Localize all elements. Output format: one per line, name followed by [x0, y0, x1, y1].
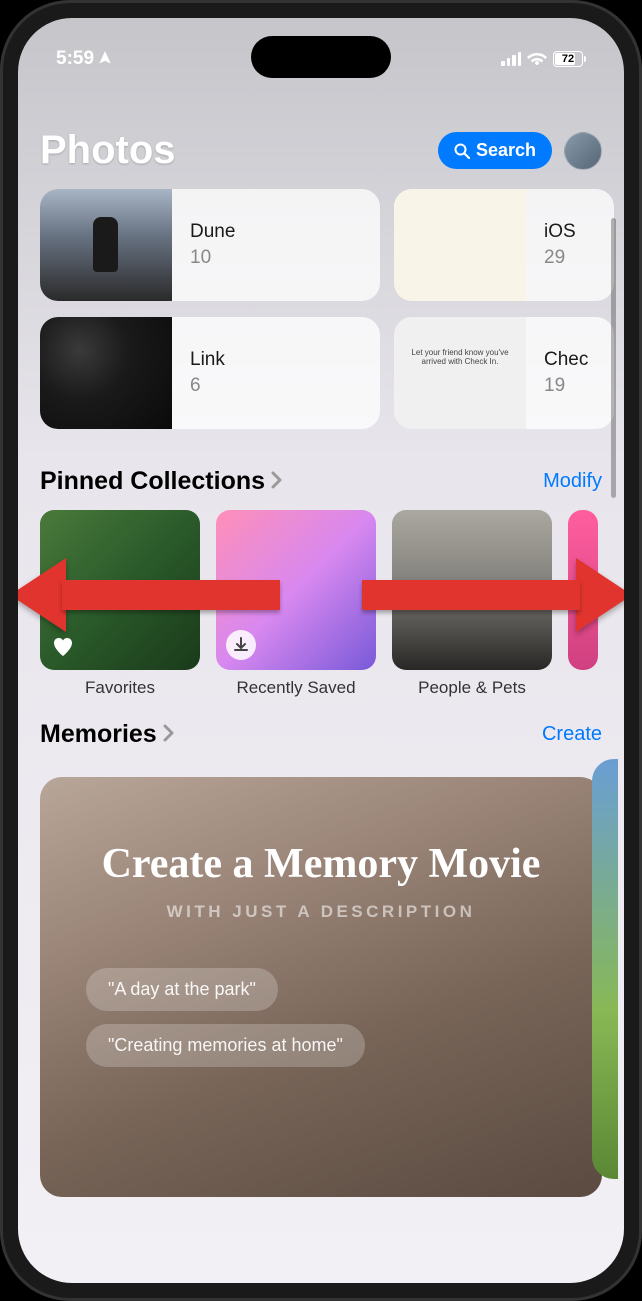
collection-people-pets[interactable]: People & Pets — [392, 510, 552, 698]
album-thumbnail — [40, 317, 172, 429]
memory-movie-card[interactable]: Create a Memory Movie WITH JUST A DESCRI… — [40, 777, 602, 1197]
profile-avatar[interactable] — [564, 132, 602, 170]
album-count: 19 — [544, 375, 588, 397]
time-label: 5:59 — [56, 48, 94, 70]
app-header: Photos Search — [18, 128, 624, 189]
collection-recently-saved[interactable]: Recently Saved — [216, 510, 376, 698]
pinned-collections-header: Pinned Collections Modify — [18, 445, 624, 510]
create-button[interactable]: Create — [542, 723, 602, 746]
album-count: 10 — [190, 247, 235, 269]
pinned-collections-row[interactable]: Favorites Recently Saved People & Pets — [18, 510, 624, 698]
heart-icon — [50, 634, 76, 660]
thumbnail-text: Let your friend know you've arrived with… — [411, 348, 508, 366]
scrollbar[interactable] — [611, 218, 616, 498]
album-name: Chec — [544, 349, 588, 371]
search-button[interactable]: Search — [438, 132, 552, 169]
collection-thumbnail — [568, 510, 598, 670]
phone-frame: 5:59 72 Photos — [0, 0, 642, 1301]
album-card-dune[interactable]: Dune 10 — [40, 189, 380, 301]
memories-header: Memories Create — [18, 698, 624, 763]
album-row-1[interactable]: Dune 10 iOS 29 — [18, 189, 624, 317]
screen: 5:59 72 Photos — [18, 18, 624, 1283]
search-icon — [454, 143, 470, 159]
album-name: Link — [190, 349, 225, 371]
suggestion-chip[interactable]: "A day at the park" — [86, 968, 278, 1011]
battery-level: 72 — [562, 53, 574, 65]
suggestion-chip[interactable]: "Creating memories at home" — [86, 1024, 365, 1067]
album-card-link[interactable]: Link 6 — [40, 317, 380, 429]
collection-extra[interactable] — [568, 510, 598, 698]
chevron-right-icon — [163, 720, 175, 749]
battery-icon: 72 — [553, 51, 586, 67]
section-title-label: Memories — [40, 720, 157, 749]
collection-favorites[interactable]: Favorites — [40, 510, 200, 698]
location-icon — [98, 51, 112, 67]
download-icon — [226, 630, 256, 660]
album-count: 29 — [544, 247, 576, 269]
album-count: 6 — [190, 375, 225, 397]
collection-label: Favorites — [85, 678, 155, 698]
album-thumbnail — [394, 189, 526, 301]
pinned-collections-title[interactable]: Pinned Collections — [40, 467, 283, 496]
collection-label: People & Pets — [418, 678, 526, 698]
page-title: Photos — [40, 128, 176, 173]
dynamic-island — [251, 36, 391, 78]
modify-button[interactable]: Modify — [543, 470, 602, 493]
status-time: 5:59 — [56, 48, 112, 70]
cellular-icon — [501, 52, 521, 66]
album-name: Dune — [190, 221, 235, 243]
album-card-checkin[interactable]: Let your friend know you've arrived with… — [394, 317, 614, 429]
album-thumbnail: Let your friend know you've arrived with… — [394, 317, 526, 429]
collection-thumbnail — [216, 510, 376, 670]
collection-thumbnail — [40, 510, 200, 670]
section-title-label: Pinned Collections — [40, 467, 265, 496]
search-label: Search — [476, 140, 536, 161]
collection-thumbnail — [392, 510, 552, 670]
album-row-2[interactable]: Link 6 Let your friend know you've arriv… — [18, 317, 624, 445]
next-memory-peek[interactable] — [592, 759, 618, 1179]
wifi-icon — [527, 51, 547, 67]
memory-card-title: Create a Memory Movie — [102, 841, 541, 888]
memory-card-subtitle: WITH JUST A DESCRIPTION — [167, 902, 476, 922]
memories-title[interactable]: Memories — [40, 720, 175, 749]
chevron-right-icon — [271, 467, 283, 496]
album-name: iOS — [544, 221, 576, 243]
album-card-ios[interactable]: iOS 29 — [394, 189, 614, 301]
collection-label: Recently Saved — [236, 678, 355, 698]
album-thumbnail — [40, 189, 172, 301]
